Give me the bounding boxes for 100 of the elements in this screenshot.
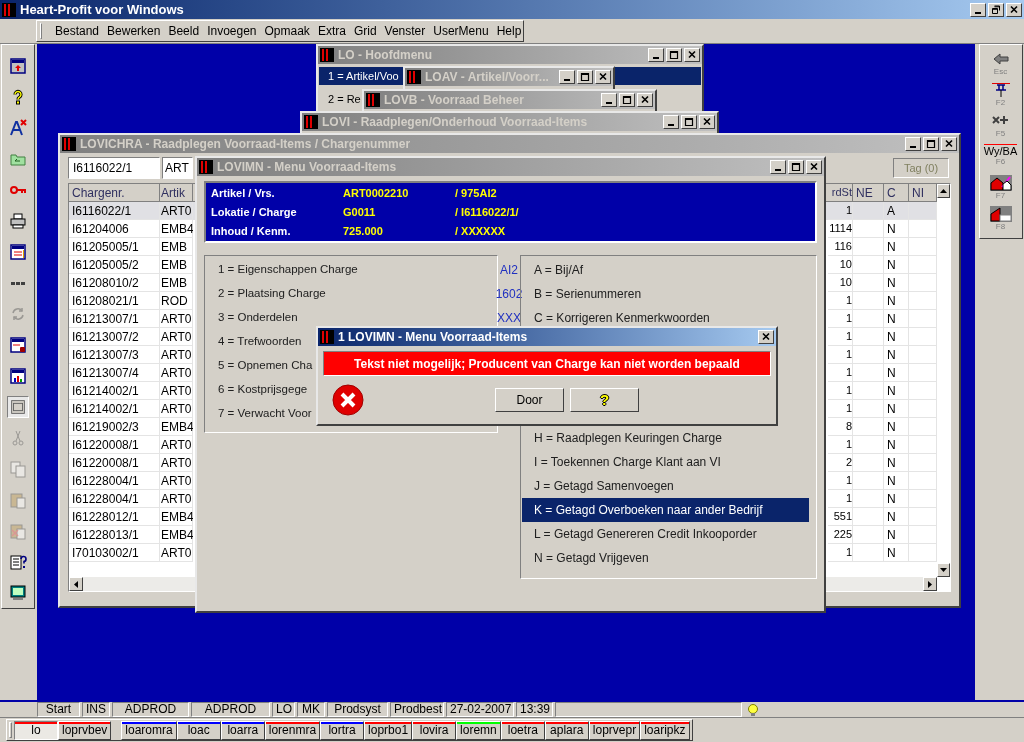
table-cell[interactable]: I61228013/1 bbox=[69, 526, 160, 544]
table-cell[interactable]: I61220008/1 bbox=[69, 454, 160, 472]
menu-item[interactable]: 1 = Eigenschappen Charge bbox=[218, 258, 498, 282]
minimize-button[interactable] bbox=[970, 2, 986, 17]
table-cell[interactable]: I61228012/1 bbox=[69, 508, 160, 526]
minimize-button[interactable] bbox=[663, 115, 679, 129]
close-button[interactable] bbox=[758, 330, 774, 344]
close-button[interactable] bbox=[1006, 2, 1022, 17]
table-cell[interactable]: I6116022/1 bbox=[69, 202, 160, 220]
task-button[interactable]: lorenmra bbox=[264, 720, 321, 740]
menu-bar-item[interactable]: Venster bbox=[381, 22, 429, 40]
table-cell[interactable]: I61204006 bbox=[69, 220, 160, 238]
scroll-left-button[interactable] bbox=[69, 577, 83, 591]
column-header[interactable]: NI bbox=[909, 184, 937, 202]
minimize-button[interactable] bbox=[648, 48, 664, 62]
scroll-down-button[interactable] bbox=[937, 563, 950, 577]
minimize-button[interactable] bbox=[559, 70, 575, 84]
task-button[interactable]: lo bbox=[14, 720, 58, 740]
form-icon[interactable] bbox=[7, 334, 29, 356]
table-cell[interactable]: I61205005/2 bbox=[69, 256, 160, 274]
menu-bar-item[interactable]: Grid bbox=[350, 22, 380, 40]
minimize-button[interactable] bbox=[770, 160, 786, 174]
maximize-button[interactable] bbox=[923, 137, 939, 151]
table-cell[interactable]: I61213007/4 bbox=[69, 364, 160, 382]
menu-bar-item[interactable]: Opmaak bbox=[261, 22, 313, 40]
column-header[interactable]: Artik bbox=[160, 184, 193, 202]
menu-item[interactable]: H = Raadplegen Keuringen Charge bbox=[522, 426, 809, 450]
minimize-button[interactable] bbox=[905, 137, 921, 151]
menu-item[interactable]: B = Serienummeren bbox=[522, 282, 809, 306]
task-button[interactable]: loprbo1 bbox=[364, 720, 413, 740]
task-button[interactable]: loaromra bbox=[121, 720, 177, 740]
menu-bar-item[interactable]: Beeld bbox=[165, 22, 203, 40]
menu-item[interactable]: K = Getagd Overboeken naar ander Bedrijf bbox=[522, 498, 809, 522]
task-button[interactable]: loetra bbox=[500, 720, 545, 740]
task-button[interactable]: lovira bbox=[412, 720, 457, 740]
table-cell[interactable]: I61213007/3 bbox=[69, 346, 160, 364]
input-field[interactable]: I6116022/1 bbox=[68, 157, 160, 179]
column-header[interactable]: Chargenr. bbox=[69, 184, 160, 202]
table-cell[interactable]: I61205005/1 bbox=[69, 238, 160, 256]
maximize-button[interactable] bbox=[619, 93, 635, 107]
window-icon[interactable] bbox=[7, 241, 29, 263]
task-button[interactable]: lortra bbox=[320, 720, 365, 740]
toolbar-caption[interactable]: Wy/BA bbox=[983, 144, 1018, 157]
table-cell[interactable]: I61228004/1 bbox=[69, 472, 160, 490]
close-button[interactable] bbox=[941, 137, 957, 151]
table-cell[interactable]: I61214002/1 bbox=[69, 382, 160, 400]
task-button[interactable]: loac bbox=[176, 720, 221, 740]
task-button[interactable]: aplara bbox=[544, 720, 589, 740]
maximize-button[interactable] bbox=[666, 48, 682, 62]
table-cell[interactable]: I61208010/2 bbox=[69, 274, 160, 292]
menu-item[interactable]: 2 = Re bbox=[319, 90, 363, 108]
door-button[interactable]: Door bbox=[495, 388, 564, 412]
menu-item[interactable]: C = Korrigeren Kenmerkwoorden bbox=[522, 306, 809, 330]
house-icon[interactable] bbox=[989, 206, 1012, 222]
menu-bar-item[interactable]: Invoegen bbox=[204, 22, 260, 40]
task-button[interactable]: loprvepr bbox=[588, 720, 641, 740]
menu-item[interactable]: I = Toekennen Charge Klant aan VI bbox=[522, 450, 809, 474]
chart-icon[interactable] bbox=[7, 365, 29, 387]
menu-bar-item[interactable]: Bestand bbox=[52, 22, 103, 40]
table-cell[interactable]: I61219002/3 bbox=[69, 418, 160, 436]
menu-item[interactable]: A = Bij/Af bbox=[522, 258, 809, 282]
menu-item[interactable]: 1 = Artikel/Voo bbox=[319, 67, 404, 85]
menu-item[interactable]: J = Getagd Samenvoegen bbox=[522, 474, 809, 498]
column-header[interactable]: C bbox=[884, 184, 909, 202]
task-button[interactable]: loaripkz bbox=[640, 720, 690, 740]
close-button[interactable] bbox=[637, 93, 653, 107]
close-button[interactable] bbox=[595, 70, 611, 84]
column-header[interactable]: rdSt bbox=[828, 184, 853, 202]
close-button[interactable] bbox=[806, 160, 822, 174]
close-button[interactable] bbox=[699, 115, 715, 129]
table-cell[interactable]: I61214002/1 bbox=[69, 400, 160, 418]
restore-button[interactable] bbox=[988, 2, 1004, 17]
pin-icon[interactable] bbox=[989, 82, 1012, 98]
menu-item[interactable]: 3 = Onderdelen bbox=[218, 306, 498, 330]
menu-bar-item[interactable]: UserMenu bbox=[430, 22, 492, 40]
house-pencil-icon[interactable] bbox=[989, 175, 1012, 191]
table-cell[interactable]: I61208021/1 bbox=[69, 292, 160, 310]
table-cell[interactable]: I61213007/1 bbox=[69, 310, 160, 328]
vertical-scrollbar[interactable] bbox=[937, 184, 950, 577]
table-cell[interactable]: I61220008/1 bbox=[69, 436, 160, 454]
menu-item[interactable]: N = Getagd Vrijgeven bbox=[522, 546, 809, 570]
frame-icon[interactable] bbox=[7, 396, 29, 418]
column-header[interactable]: NE bbox=[853, 184, 884, 202]
maximize-button[interactable] bbox=[788, 160, 804, 174]
close-button[interactable] bbox=[684, 48, 700, 62]
minimize-button[interactable] bbox=[601, 93, 617, 107]
maximize-button[interactable] bbox=[577, 70, 593, 84]
table-cell[interactable]: I70103002/1 bbox=[69, 544, 160, 562]
input-field[interactable]: ART bbox=[162, 157, 193, 179]
table-cell[interactable]: I61213007/2 bbox=[69, 328, 160, 346]
menu-bar-item[interactable]: Help bbox=[493, 22, 525, 40]
maximize-button[interactable] bbox=[681, 115, 697, 129]
table-cell[interactable]: I61228004/1 bbox=[69, 490, 160, 508]
printer-icon[interactable] bbox=[7, 210, 29, 232]
task-button[interactable]: loprvbev bbox=[58, 720, 112, 740]
scroll-up-button[interactable] bbox=[937, 184, 950, 198]
menu-bar-item[interactable]: Bewerken bbox=[104, 22, 164, 40]
task-button[interactable]: loarra bbox=[220, 720, 265, 740]
task-button[interactable]: loremn bbox=[456, 720, 501, 740]
scroll-right-button[interactable] bbox=[923, 577, 937, 591]
